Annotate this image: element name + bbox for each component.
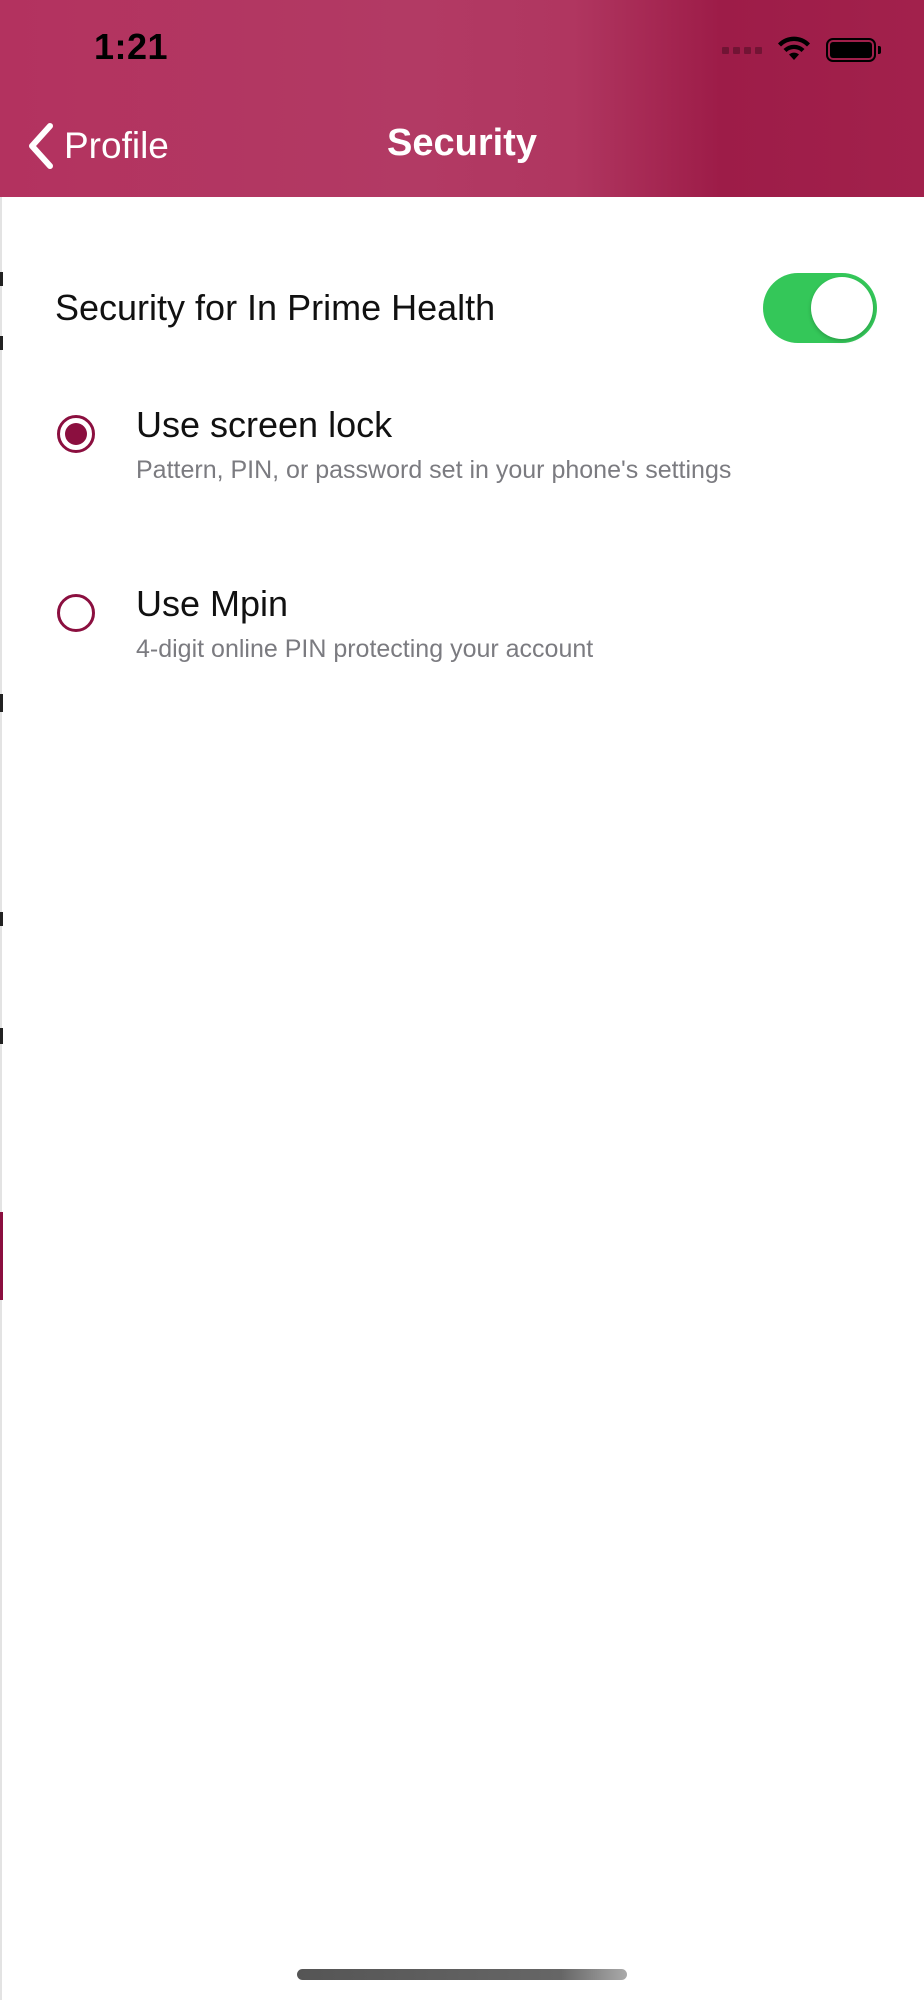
battery-icon [826,38,881,62]
edge-mark [0,694,3,712]
cellular-signal-icon [722,46,762,54]
option-description: Pattern, PIN, or password set in your ph… [136,456,732,484]
radio-dot [65,423,87,445]
edge-mark [0,1028,3,1044]
switch-knob [811,277,873,339]
edge-mark [0,336,3,350]
option-title: Use screen lock [136,404,393,445]
radio-selected[interactable] [57,415,95,453]
header: 1:21 Profile Security [0,0,924,197]
radio-unselected[interactable] [57,594,95,632]
edge-mark [0,912,3,926]
security-screen: 1:21 Profile Security Security for In Pr… [0,0,924,2000]
security-toggle-label: Security for In Prime Health [55,287,496,328]
edge-accent [0,1212,3,1300]
status-icons [722,34,881,66]
wifi-icon [778,36,810,60]
edge-mark [0,272,3,286]
edge-divider [0,197,2,2000]
option-description: 4-digit online PIN protecting your accou… [136,635,594,663]
status-time: 1:21 [94,26,169,67]
page-title: Security [387,122,537,164]
security-toggle-switch[interactable] [763,273,877,343]
option-mpin[interactable]: Use Mpin 4-digit online PIN protecting y… [55,583,877,693]
home-indicator[interactable] [297,1969,627,1980]
security-toggle-row: Security for In Prime Health [55,268,877,348]
option-title: Use Mpin [136,583,289,624]
option-screen-lock[interactable]: Use screen lock Pattern, PIN, or passwor… [55,404,877,514]
